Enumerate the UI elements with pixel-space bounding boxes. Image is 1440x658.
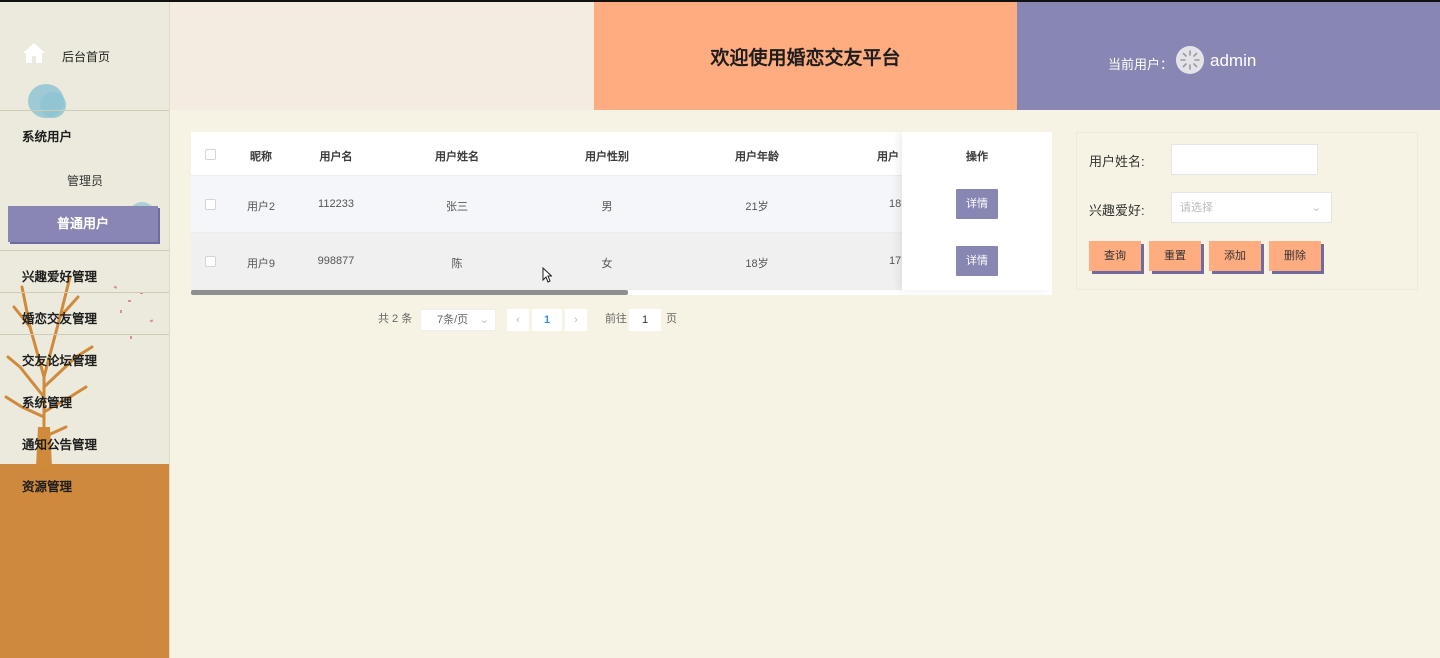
cell-gender: 男 — [601, 201, 613, 213]
current-user-label: 当前用户： — [1108, 57, 1174, 72]
decor-cloud — [40, 92, 66, 118]
sidebar-subitem-admin[interactable]: 管理员 — [0, 172, 169, 189]
sidebar-item-notice[interactable]: 通知公告管理 — [22, 434, 97, 453]
sidebar-item-forum[interactable]: 交友论坛管理 — [22, 350, 97, 369]
sidebar-item-system-users[interactable]: 系统用户 — [22, 126, 72, 145]
fixed-action-column: 操作 详情 详情 — [902, 132, 1052, 290]
home-icon — [23, 43, 45, 63]
sidebar-item-hobby[interactable]: 兴趣爱好管理 — [22, 266, 97, 285]
pagination-total: 共 2 条 — [378, 313, 413, 325]
horizontal-scrollbar[interactable] — [191, 290, 628, 295]
divider — [0, 334, 169, 335]
column-header-actions: 操作 — [966, 151, 988, 163]
chevron-down-icon: ⌄ — [479, 314, 489, 326]
sidebar-home-label: 后台首页 — [62, 50, 111, 64]
cell-username: 998877 — [317, 255, 355, 267]
name-label: 用户姓名: — [1089, 154, 1145, 169]
header-user-area: 当前用户： admin — [1017, 2, 1440, 110]
user-table: 昵称 用户名 用户姓名 用户性别 用户年龄 用户 用户2 112233 张三 男… — [191, 132, 1052, 295]
cell-name: 陈 — [451, 258, 463, 270]
add-button[interactable]: 添加 — [1209, 241, 1261, 271]
name-input[interactable] — [1171, 144, 1318, 175]
sidebar-item-resource[interactable]: 资源管理 — [22, 476, 72, 495]
cell-nickname: 用户9 — [246, 258, 276, 270]
username[interactable]: admin — [1210, 51, 1256, 71]
query-button[interactable]: 查询 — [1089, 241, 1141, 271]
column-header[interactable]: 昵称 — [231, 148, 291, 164]
header-center: 欢迎使用婚恋交友平台 — [594, 2, 1017, 110]
cell-age: 18岁 — [745, 258, 769, 270]
sidebar: 后台首页 系统用户 管理员 普通用户 兴趣爱好管理 婚恋交友管理 交友论坛管理 … — [0, 2, 170, 658]
column-header[interactable]: 用户年龄 — [707, 148, 807, 164]
hobby-select[interactable]: 请选择 ⌄ — [1171, 192, 1332, 223]
row-checkbox[interactable] — [205, 199, 216, 210]
divider — [0, 110, 169, 111]
avatar[interactable] — [1176, 46, 1204, 74]
page-size-select[interactable]: 7条/页 ⌄ — [420, 309, 496, 331]
goto-page-input[interactable]: 1 — [629, 309, 661, 331]
cell-nickname: 用户2 — [246, 201, 276, 213]
sidebar-item-system[interactable]: 系统管理 — [22, 392, 72, 411]
sidebar-home[interactable]: 后台首页 — [0, 40, 169, 70]
divider — [0, 250, 169, 251]
column-header[interactable]: 用户名 — [301, 148, 371, 164]
reset-button[interactable]: 重置 — [1149, 241, 1201, 271]
prev-page-button[interactable]: ‹ — [507, 309, 529, 331]
column-header[interactable]: 用户姓名 — [407, 148, 507, 164]
cell-username: 112233 — [318, 198, 354, 210]
sidebar-item-dating[interactable]: 婚恋交友管理 — [22, 308, 97, 327]
header-left — [170, 2, 594, 110]
page-title: 欢迎使用婚恋交友平台 — [710, 48, 901, 69]
delete-button[interactable]: 删除 — [1269, 241, 1321, 271]
cell-name: 张三 — [446, 201, 468, 213]
loading-avatar-icon — [1177, 47, 1203, 73]
row-checkbox[interactable] — [205, 256, 216, 267]
chevron-down-icon: ⌄ — [1311, 202, 1321, 214]
detail-button[interactable]: 详情 — [956, 189, 998, 219]
hobby-label: 兴趣爱好: — [1089, 203, 1145, 218]
goto-label: 前往 — [605, 313, 627, 325]
mouse-cursor-icon — [542, 267, 552, 283]
sidebar-subitem-normal-user[interactable]: 普通用户 — [8, 206, 158, 242]
divider — [0, 292, 169, 293]
cell-gender: 女 — [601, 258, 613, 270]
current-page[interactable]: 1 — [532, 309, 562, 331]
page-size-value: 7条/页 — [437, 314, 469, 326]
hobby-select-placeholder: 请选择 — [1180, 202, 1213, 214]
detail-button[interactable]: 详情 — [956, 246, 998, 276]
cell-age: 21岁 — [745, 201, 769, 213]
next-page-button[interactable]: › — [565, 309, 587, 331]
select-all-checkbox[interactable] — [205, 149, 216, 160]
column-header[interactable]: 用户性别 — [557, 148, 657, 164]
goto-suffix: 页 — [666, 313, 677, 325]
